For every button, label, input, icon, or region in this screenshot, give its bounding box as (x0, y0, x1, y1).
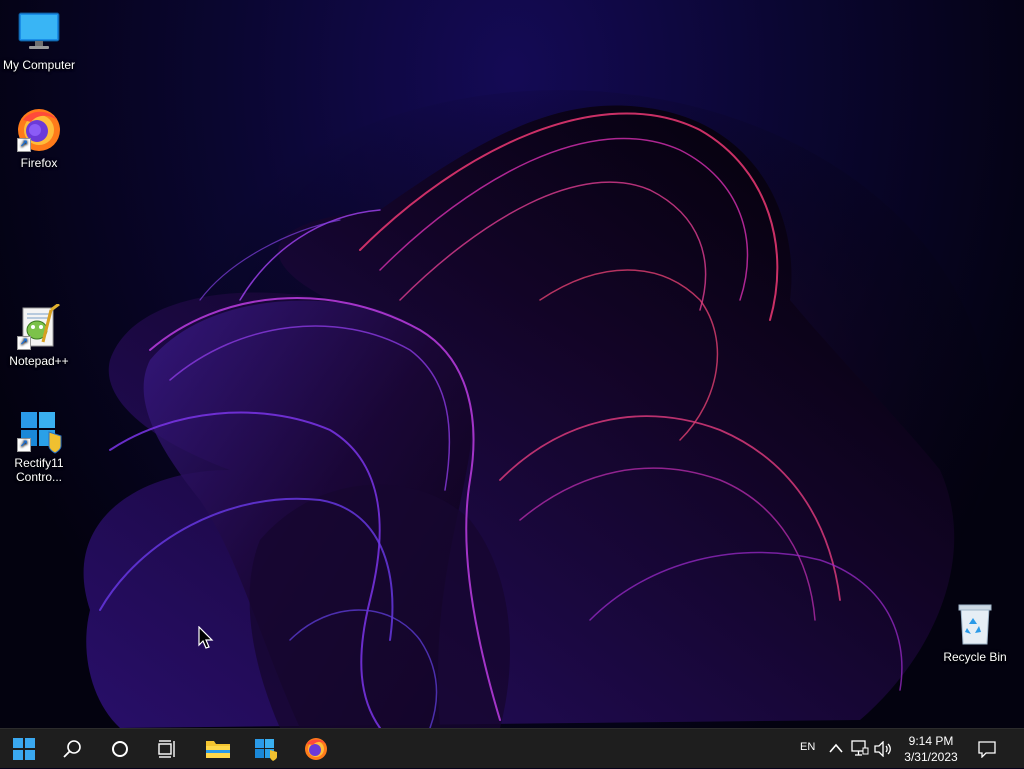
rectify11-icon (255, 739, 277, 761)
windows-logo-icon (13, 738, 35, 760)
taskbar: EN 9:14 PM 3/31/2023 (0, 728, 1024, 768)
desktop-icon-notepadpp[interactable]: ↗ Notepad++ (1, 302, 77, 368)
firefox-icon (305, 738, 327, 760)
start-button[interactable] (0, 729, 48, 769)
chevron-up-icon[interactable] (829, 743, 843, 753)
taskbar-firefox[interactable] (292, 729, 340, 769)
clock-time: 9:14 PM (908, 734, 954, 748)
task-view-icon (158, 740, 175, 758)
monitor-icon (15, 8, 63, 56)
shortcut-arrow-icon: ↗ (17, 438, 31, 452)
taskbar-clock[interactable]: 9:14 PM 3/31/2023 (898, 733, 964, 765)
clock-date: 3/31/2023 (904, 750, 958, 764)
desktop-icon-label: Firefox (20, 156, 58, 170)
taskbar-file-explorer[interactable] (194, 729, 242, 769)
desktop-icon-recycle-bin[interactable]: Recycle Bin (937, 600, 1013, 664)
search-icon (63, 740, 81, 758)
recycle-bin-icon (951, 600, 999, 648)
circle-icon (112, 741, 128, 757)
language-indicator[interactable]: EN (800, 741, 815, 753)
rectify11-icon: ↗ (15, 406, 63, 454)
wallpaper-bloom (83, 90, 990, 728)
firefox-icon: ↗ (15, 106, 63, 154)
notepadpp-icon: ↗ (15, 302, 63, 352)
volume-icon[interactable] (874, 741, 892, 757)
taskbar-rectify11[interactable] (242, 729, 290, 769)
shortcut-arrow-icon: ↗ (17, 336, 31, 350)
desktop[interactable]: My Computer ↗ Firefox ↗ Notepad++ ↗ Rect… (0, 0, 1024, 728)
network-icon[interactable] (851, 740, 869, 757)
cortana-button[interactable] (96, 729, 144, 769)
search-button[interactable] (48, 729, 96, 769)
desktop-icon-label: Notepad++ (9, 354, 69, 368)
task-view-button[interactable] (144, 729, 192, 769)
desktop-icon-my-computer[interactable]: My Computer (1, 8, 77, 72)
desktop-icon-rectify11[interactable]: ↗ Rectify11 Contro... (1, 406, 77, 484)
desktop-icon-label: My Computer (2, 58, 76, 72)
desktop-icon-firefox[interactable]: ↗ Firefox (1, 106, 77, 170)
folder-icon (206, 741, 230, 758)
shortcut-arrow-icon: ↗ (17, 138, 31, 152)
notifications-icon[interactable] (978, 741, 996, 758)
mouse-pointer-icon (198, 626, 214, 649)
desktop-icon-label: Recycle Bin (943, 650, 1007, 664)
desktop-icon-label: Rectify11 Contro... (14, 456, 64, 484)
